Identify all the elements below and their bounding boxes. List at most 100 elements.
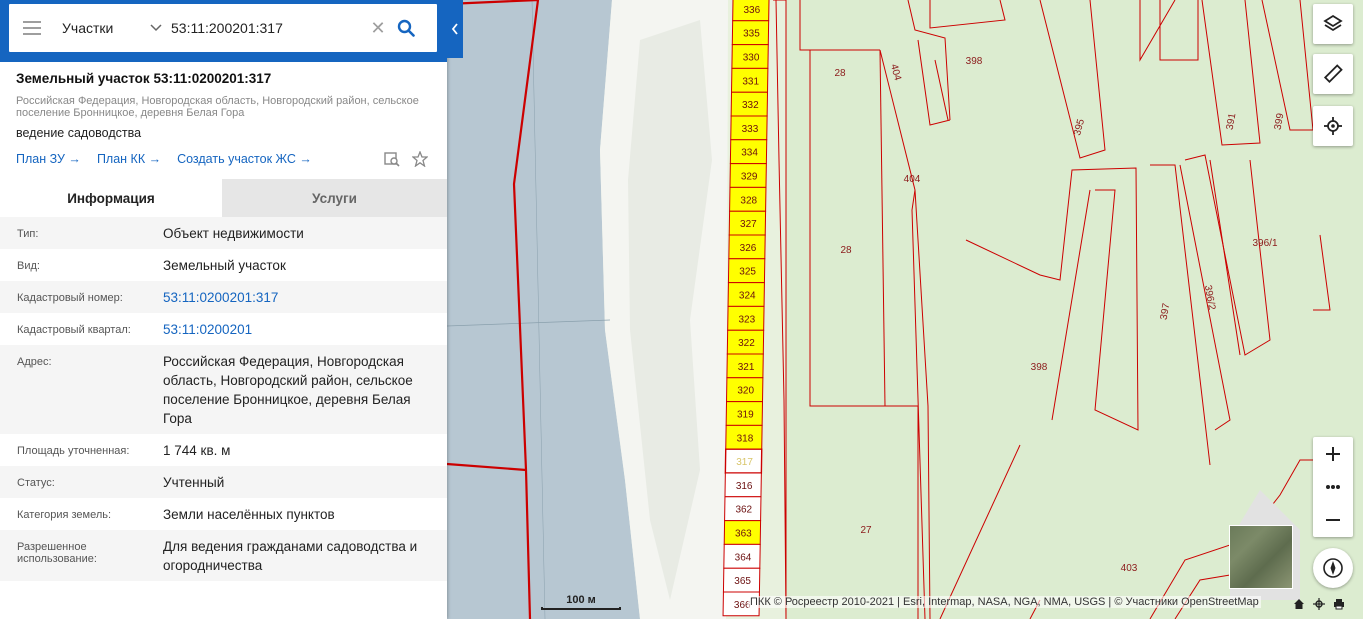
info-key: Тип: bbox=[17, 228, 39, 240]
object-header: Земельный участок 53:11:0200201:317 Росс… bbox=[0, 62, 447, 168]
locate-button[interactable] bbox=[1313, 106, 1353, 146]
parcel-label: 318 bbox=[737, 433, 754, 444]
info-value: Для ведения гражданами садоводства и ого… bbox=[163, 539, 418, 573]
parcel-label: 365 bbox=[734, 576, 751, 587]
info-panel: Участки ✕ Земельный участок 53:11:020020… bbox=[0, 0, 447, 619]
info-key: Разрешенное использование: bbox=[17, 541, 97, 565]
map-label: 403 bbox=[1121, 563, 1138, 574]
crosshair-icon bbox=[1324, 117, 1342, 135]
parcel-label: 336 bbox=[744, 5, 761, 16]
compass-icon bbox=[1323, 558, 1343, 578]
object-purpose: ведение садоводства bbox=[16, 126, 142, 140]
tab-services[interactable]: Услуги bbox=[222, 179, 447, 217]
info-row-address: Адрес: Российская Федерация, Новгородска… bbox=[0, 345, 447, 434]
more-icon bbox=[1326, 484, 1340, 489]
home-icon[interactable] bbox=[1292, 597, 1306, 611]
plan-zu-link[interactable]: План ЗУ → bbox=[16, 152, 81, 166]
search-type-select[interactable]: Участки bbox=[55, 4, 167, 52]
info-row-land-category: Категория земель: Земли населённых пункт… bbox=[0, 498, 447, 530]
plus-icon bbox=[1326, 446, 1340, 461]
parcel-label: 325 bbox=[739, 267, 756, 278]
parcel-label: 331 bbox=[742, 76, 759, 87]
parcel-label: 329 bbox=[741, 172, 758, 183]
search-box: Участки ✕ bbox=[9, 4, 437, 52]
parcel-label: 324 bbox=[739, 291, 756, 302]
info-value: Учтенный bbox=[163, 475, 225, 490]
parcel-label: 363 bbox=[735, 529, 752, 540]
plan-kk-link[interactable]: План КК → bbox=[97, 152, 161, 166]
parcel-label: 330 bbox=[743, 53, 760, 64]
parcel-label: 326 bbox=[740, 243, 757, 254]
search-input[interactable] bbox=[167, 13, 365, 43]
object-links: План ЗУ → План КК → Создать участок ЖС → bbox=[16, 150, 431, 168]
parcel-label: 332 bbox=[742, 100, 759, 111]
scale-label: 100 м bbox=[566, 594, 596, 606]
parcel-label: 334 bbox=[741, 148, 758, 159]
info-key: Категория земель: bbox=[17, 509, 112, 521]
search-icon bbox=[397, 19, 415, 37]
tab-bar: Информация Услуги bbox=[0, 179, 447, 217]
map-label: 396/1 bbox=[1252, 238, 1277, 249]
info-key: Кадастровый номер: bbox=[17, 292, 123, 304]
info-table: Тип: Объект недвижимости Вид: Земельный … bbox=[0, 217, 447, 581]
layers-button[interactable] bbox=[1313, 4, 1353, 44]
tab-info[interactable]: Информация bbox=[0, 179, 222, 217]
info-key: Адрес: bbox=[17, 356, 52, 368]
parcel-label: 320 bbox=[737, 386, 754, 397]
search-button[interactable] bbox=[391, 4, 421, 52]
parcel-label: 333 bbox=[742, 124, 759, 135]
parcel-label: 327 bbox=[740, 219, 757, 230]
map-label: 398 bbox=[966, 56, 983, 67]
info-row-permitted-use: Разрешенное использование: Для ведения г… bbox=[0, 530, 447, 581]
parcel-label: 323 bbox=[739, 314, 756, 325]
object-title: Земельный участок 53:11:0200201:317 bbox=[16, 71, 272, 86]
map-label: 28 bbox=[834, 68, 846, 79]
parcel-label: 317 bbox=[736, 457, 753, 468]
zoom-in-button[interactable] bbox=[1313, 437, 1353, 470]
info-row-cadastral-quarter: Кадастровый квартал: 53:11:0200201 bbox=[0, 313, 447, 345]
map-label: 27 bbox=[860, 525, 872, 536]
zoom-out-button[interactable] bbox=[1313, 503, 1353, 536]
attribution-icons bbox=[1292, 597, 1346, 611]
compass-button[interactable] bbox=[1313, 548, 1353, 588]
more-button[interactable] bbox=[1313, 470, 1353, 503]
measure-button[interactable] bbox=[1313, 54, 1353, 94]
parcel-label: 335 bbox=[743, 29, 760, 40]
chevron-left-icon bbox=[451, 23, 458, 35]
minus-icon bbox=[1326, 518, 1340, 521]
info-row-kind: Вид: Земельный участок bbox=[0, 249, 447, 281]
search-bar: Участки ✕ bbox=[0, 0, 447, 62]
parcel-label: 322 bbox=[738, 338, 755, 349]
create-parcel-link[interactable]: Создать участок ЖС → bbox=[177, 152, 312, 166]
target-icon[interactable] bbox=[1312, 597, 1326, 611]
find-on-map-button[interactable] bbox=[381, 150, 403, 168]
printer-icon[interactable] bbox=[1332, 597, 1346, 611]
scale-bar: 100 м bbox=[541, 594, 621, 610]
info-key: Площадь уточненная: bbox=[17, 445, 130, 457]
map-attribution: ПКК © Росреестр 2010-2021 | Esri, Interm… bbox=[748, 596, 1261, 608]
parcel-label: 328 bbox=[740, 195, 757, 206]
menu-button[interactable] bbox=[9, 4, 55, 52]
parcel-label: 364 bbox=[735, 552, 752, 563]
parcel-label: 316 bbox=[736, 481, 753, 492]
info-key: Кадастровый квартал: bbox=[17, 324, 131, 336]
layers-icon bbox=[1323, 14, 1343, 32]
info-row-type: Тип: Объект недвижимости bbox=[0, 217, 447, 249]
cadastral-number-link[interactable]: 53:11:0200201:317 bbox=[163, 281, 437, 313]
map-label: 398 bbox=[1031, 362, 1048, 373]
parcel-label: 319 bbox=[737, 410, 754, 421]
parcel-label: 321 bbox=[738, 362, 755, 373]
info-value: Земли населённых пунктов bbox=[163, 507, 335, 522]
collapse-panel-button[interactable] bbox=[447, 0, 463, 58]
clear-icon[interactable]: ✕ bbox=[365, 18, 391, 39]
info-row-area: Площадь уточненная: 1 744 кв. м bbox=[0, 434, 447, 466]
info-row-status: Статус: Учтенный bbox=[0, 466, 447, 498]
info-value: 1 744 кв. м bbox=[163, 443, 231, 458]
map-label: 28 bbox=[840, 245, 852, 256]
star-icon bbox=[412, 151, 428, 167]
cadastral-quarter-link[interactable]: 53:11:0200201 bbox=[163, 313, 437, 345]
info-row-cadastral-number: Кадастровый номер: 53:11:0200201:317 bbox=[0, 281, 447, 313]
favorite-button[interactable] bbox=[409, 150, 431, 168]
zoom-controls bbox=[1313, 437, 1353, 537]
basemap-switcher[interactable] bbox=[1229, 525, 1293, 589]
